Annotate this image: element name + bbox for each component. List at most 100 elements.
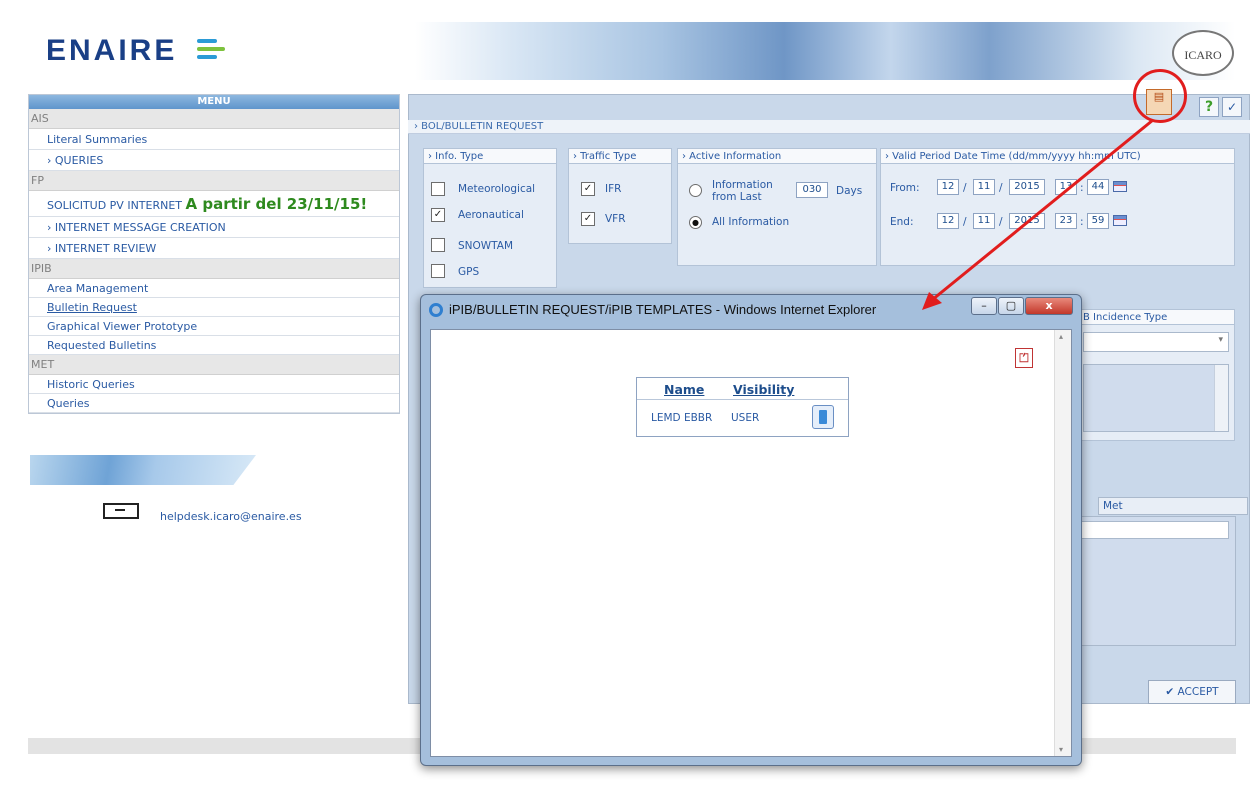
all-information-label: All Information: [712, 216, 790, 228]
info-from-last-radio[interactable]: [689, 184, 702, 197]
templates-popup-window: iPIB/BULLETIN REQUEST/iPIB TEMPLATES - W…: [420, 294, 1082, 766]
chevron-down-icon: ▾: [1218, 335, 1223, 345]
section-met: MET: [29, 355, 399, 375]
info-type-box: › Info. Type Meteorological ✓ Aeronautic…: [423, 148, 557, 288]
popup-titlebar: iPIB/BULLETIN REQUEST/iPIB TEMPLATES - W…: [429, 299, 876, 321]
help-button[interactable]: ?: [1199, 97, 1219, 117]
solicitud-note: A partir del 23/11/15!: [185, 195, 368, 213]
close-button[interactable]: x: [1025, 297, 1073, 315]
date-separator: /: [999, 216, 1003, 228]
section-ipib: IPIB: [29, 259, 399, 279]
menu-item-literal-summaries[interactable]: Literal Summaries: [29, 129, 399, 150]
internet-explorer-icon: [429, 302, 443, 317]
met-input[interactable]: [1079, 521, 1229, 539]
menu-title: MENU: [29, 95, 399, 109]
info-type-title: › Info. Type: [424, 149, 556, 164]
column-header-name[interactable]: Name: [664, 382, 704, 397]
confirm-button[interactable]: ✓: [1222, 97, 1242, 117]
window-controls: – ▢ x: [971, 297, 1075, 315]
accept-button[interactable]: ✔ ACCEPT: [1148, 680, 1236, 704]
menu-item-queries[interactable]: › QUERIES: [29, 150, 399, 171]
aeronautical-label: Aeronautical: [458, 209, 524, 221]
end-year-input[interactable]: 2015: [1009, 213, 1045, 229]
incidence-type-list[interactable]: [1083, 364, 1229, 432]
end-minute-input[interactable]: 59: [1087, 213, 1109, 229]
tab-met[interactable]: Met: [1098, 497, 1248, 515]
menu-item-historic-queries[interactable]: Historic Queries: [29, 375, 399, 394]
from-day-input[interactable]: 12: [937, 179, 959, 195]
sidebar-menu: MENU AIS Literal Summaries › QUERIES FP …: [28, 94, 400, 414]
logo-bars-icon: [196, 39, 225, 60]
end-day-input[interactable]: 12: [937, 213, 959, 229]
menu-item-internet-review[interactable]: › INTERNET REVIEW: [29, 238, 399, 259]
minimize-button[interactable]: –: [971, 297, 997, 315]
from-calendar-icon[interactable]: [1113, 181, 1127, 192]
popup-content: ▴ ▾ ⏍ Name Visibility LEMD EBBR USER: [430, 329, 1072, 757]
templates-table: Name Visibility LEMD EBBR USER: [636, 377, 849, 437]
snowtam-label: SNOWTAM: [458, 240, 514, 252]
list-scrollbar[interactable]: [1214, 365, 1228, 431]
from-month-input[interactable]: 11: [973, 179, 995, 195]
time-separator: :: [1080, 182, 1084, 194]
end-month-input[interactable]: 11: [973, 213, 995, 229]
from-hour-input[interactable]: 13: [1055, 179, 1077, 195]
traffic-type-box: › Traffic Type ✓ IFR ✓ VFR: [568, 148, 672, 244]
met-panel: [1078, 516, 1236, 646]
menu-item-requested-bulletins[interactable]: Requested Bulletins: [29, 336, 399, 355]
menu-item-bulletin-request[interactable]: Bulletin Request: [29, 298, 399, 317]
active-information-title: › Active Information: [678, 149, 876, 164]
incidence-type-title: B Incidence Type: [1079, 310, 1234, 325]
incidence-type-select[interactable]: ▾: [1083, 332, 1229, 352]
gps-label: GPS: [458, 266, 480, 278]
snowtam-checkbox[interactable]: [431, 238, 445, 252]
days-label: Days: [836, 185, 863, 197]
scroll-up-icon[interactable]: ▴: [1059, 332, 1063, 341]
mail-icon: [103, 503, 139, 519]
menu-footer-decoration: [30, 455, 256, 485]
ifr-label: IFR: [605, 183, 622, 195]
popup-scrollbar[interactable]: ▴ ▾: [1054, 330, 1071, 756]
solicitud-label: SOLICITUD PV INTERNET: [47, 199, 183, 212]
vfr-checkbox[interactable]: ✓: [581, 212, 595, 226]
from-year-input[interactable]: 2015: [1009, 179, 1045, 195]
header-divider: [637, 399, 848, 400]
from-label: From:: [890, 182, 920, 194]
header-banner: [415, 22, 1235, 80]
valid-period-box: › Valid Period Date Time (dd/mm/yyyy hh:…: [880, 148, 1235, 266]
end-label: End:: [890, 216, 914, 228]
end-calendar-icon[interactable]: [1113, 215, 1127, 226]
meteorological-checkbox[interactable]: [431, 182, 445, 196]
template-visibility-cell: USER: [731, 412, 760, 424]
helpdesk-link[interactable]: helpdesk.icaro@enaire.es: [160, 510, 302, 523]
menu-item-graphical-viewer[interactable]: Graphical Viewer Prototype: [29, 317, 399, 336]
template-name-cell: LEMD EBBR: [651, 412, 713, 424]
time-separator: :: [1080, 216, 1084, 228]
date-separator: /: [963, 216, 967, 228]
end-hour-input[interactable]: 23: [1055, 213, 1077, 229]
traffic-type-title: › Traffic Type: [569, 149, 671, 164]
icaro-logo: ICARO: [1172, 30, 1234, 76]
menu-item-met-queries[interactable]: Queries: [29, 394, 399, 413]
maximize-button[interactable]: ▢: [998, 297, 1024, 315]
menu-item-area-management[interactable]: Area Management: [29, 279, 399, 298]
incidence-type-box: B Incidence Type ▾: [1078, 309, 1235, 441]
ifr-checkbox[interactable]: ✓: [581, 182, 595, 196]
section-fp: FP: [29, 171, 399, 191]
column-header-visibility[interactable]: Visibility: [733, 382, 794, 397]
enaire-logo: ENAIRE: [46, 34, 225, 68]
meteorological-label: Meteorological: [458, 183, 536, 195]
menu-item-internet-message-creation[interactable]: › INTERNET MESSAGE CREATION: [29, 217, 399, 238]
annotation-circle: [1133, 69, 1187, 123]
pdf-export-icon[interactable]: ⏍: [1015, 348, 1033, 368]
scroll-down-icon[interactable]: ▾: [1059, 745, 1063, 754]
trash-icon[interactable]: [812, 405, 834, 429]
all-information-radio[interactable]: ●: [689, 216, 702, 229]
from-minute-input[interactable]: 44: [1087, 179, 1109, 195]
breadcrumb: › BOL/BULLETIN REQUEST: [408, 120, 1250, 134]
menu-item-solicitud[interactable]: SOLICITUD PV INTERNET A partir del 23/11…: [29, 191, 399, 217]
gps-checkbox[interactable]: [431, 264, 445, 278]
valid-period-title: › Valid Period Date Time (dd/mm/yyyy hh:…: [881, 149, 1234, 164]
days-input[interactable]: 030: [796, 182, 828, 198]
aeronautical-checkbox[interactable]: ✓: [431, 208, 445, 222]
popup-title: iPIB/BULLETIN REQUEST/iPIB TEMPLATES - W…: [449, 302, 877, 317]
